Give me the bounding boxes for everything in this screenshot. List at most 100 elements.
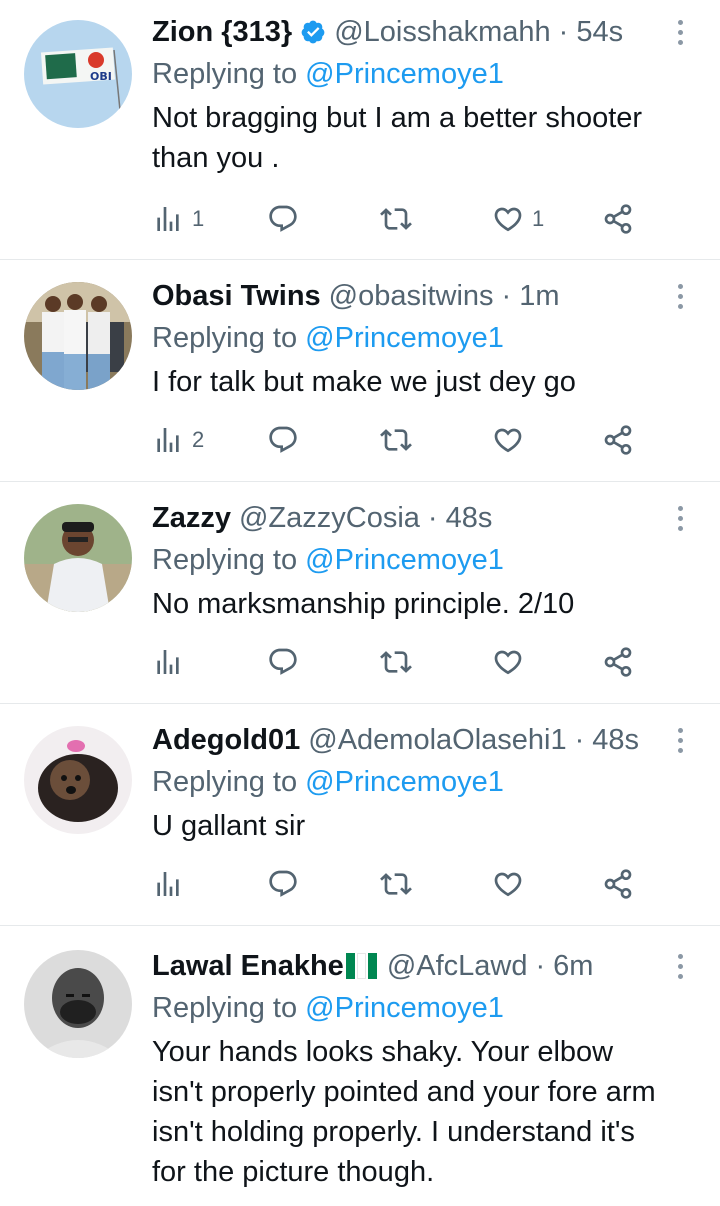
timestamp[interactable]: 1m <box>519 278 559 314</box>
replying-to-link[interactable]: @Princemoye1 <box>305 58 504 90</box>
avatar[interactable] <box>24 282 132 390</box>
retweet-button[interactable] <box>380 642 412 682</box>
user-handle[interactable]: @AfcLawd <box>387 948 528 984</box>
more-options-icon[interactable] <box>668 500 692 536</box>
share-button[interactable] <box>602 420 634 460</box>
tweet-actions <box>152 642 652 682</box>
views-button[interactable]: 2 <box>152 420 204 460</box>
nigeria-flag-icon <box>345 953 379 979</box>
replying-to-link[interactable]: @Princemoye1 <box>305 992 504 1024</box>
reply-button[interactable] <box>267 864 299 904</box>
reply-button[interactable] <box>267 199 299 239</box>
timestamp[interactable]: 6m <box>553 948 593 984</box>
tweet-actions: 2 <box>152 420 652 460</box>
retweet-icon <box>380 429 412 451</box>
separator-dot: · <box>574 724 585 756</box>
views-button[interactable] <box>152 642 184 682</box>
separator-dot: · <box>558 16 569 48</box>
reply-tweet[interactable]: OBI Zion {313} @Loisshakmahh · 54s Reply… <box>0 0 720 260</box>
retweet-icon <box>380 208 412 230</box>
svg-text:OBI: OBI <box>90 70 112 83</box>
replying-to: Replying to @Princemoye1 <box>152 544 504 576</box>
avatar[interactable]: OBI <box>24 20 132 128</box>
retweet-icon <box>380 873 412 895</box>
display-name[interactable]: Zion {313} <box>152 14 292 50</box>
reply-tweet[interactable]: Zazzy @ZazzyCosia · 48s Replying to @Pri… <box>0 482 720 704</box>
avatar[interactable] <box>24 504 132 612</box>
separator-dot: · <box>427 502 438 534</box>
display-name[interactable]: Lawal Enakhe <box>152 948 344 984</box>
tweet-text: No marksmanship principle. 2/10 <box>152 588 575 620</box>
heart-icon <box>494 872 522 897</box>
more-options-icon[interactable] <box>668 14 692 50</box>
analytics-icon <box>157 207 179 231</box>
retweet-button[interactable] <box>380 864 412 904</box>
reply-button[interactable] <box>267 642 299 682</box>
views-count: 2 <box>192 427 205 452</box>
replying-to-link[interactable]: @Princemoye1 <box>305 766 504 798</box>
share-icon <box>604 869 632 899</box>
share-icon <box>604 647 632 677</box>
tweet-actions: 1 1 <box>152 199 652 239</box>
views-count: 1 <box>192 206 205 231</box>
display-name[interactable]: Obasi Twins <box>152 278 321 314</box>
reply-icon <box>269 648 297 675</box>
timestamp[interactable]: 54s <box>576 14 623 50</box>
separator-dot: · <box>535 950 546 982</box>
tweet-text: U gallant sir <box>152 810 306 842</box>
analytics-icon <box>157 650 179 674</box>
analytics-icon <box>157 428 179 452</box>
reply-icon <box>269 870 297 897</box>
tweet-text: Not bragging but I am a better shooter t… <box>152 102 643 174</box>
share-icon <box>604 425 632 455</box>
reply-icon <box>269 426 297 453</box>
more-options-icon[interactable] <box>668 722 692 758</box>
retweet-icon <box>380 651 412 673</box>
like-button[interactable] <box>492 864 524 904</box>
retweet-button[interactable] <box>380 199 412 239</box>
more-options-icon[interactable] <box>668 948 692 984</box>
display-name[interactable]: Adegold01 <box>152 722 300 758</box>
tweet-text: I for talk but make we just dey go <box>152 366 576 398</box>
separator-dot: · <box>501 280 512 312</box>
verified-badge-icon <box>301 20 325 44</box>
display-name[interactable]: Zazzy <box>152 500 231 536</box>
user-handle[interactable]: @Loisshakmahh <box>334 14 550 50</box>
likes-count: 1 <box>532 206 545 231</box>
reply-tweet[interactable]: Obasi Twins @obasitwins · 1m Replying to… <box>0 260 720 482</box>
like-button[interactable] <box>492 642 524 682</box>
views-button[interactable] <box>152 864 184 904</box>
heart-icon <box>494 428 522 453</box>
avatar[interactable] <box>24 950 132 1058</box>
timestamp[interactable]: 48s <box>446 500 493 536</box>
share-button[interactable] <box>602 642 634 682</box>
avatar[interactable] <box>24 726 132 834</box>
reply-icon <box>269 205 297 232</box>
user-handle[interactable]: @ZazzyCosia <box>239 500 420 536</box>
replying-to: Replying to @Princemoye1 <box>152 766 504 798</box>
replying-to-link[interactable]: @Princemoye1 <box>305 322 504 354</box>
like-button[interactable] <box>492 420 532 460</box>
share-icon <box>604 204 632 234</box>
replying-to: Replying to @Princemoye1 <box>152 322 504 354</box>
tweet-text: Your hands looks shaky. Your elbow isn't… <box>152 1036 656 1188</box>
reply-tweet[interactable]: Lawal Enakhe @AfcLawd · 6m Replying to @… <box>0 926 720 1206</box>
user-handle[interactable]: @obasitwins <box>329 278 494 314</box>
tweet-actions <box>152 864 652 904</box>
share-button[interactable] <box>602 864 634 904</box>
more-options-icon[interactable] <box>668 278 692 314</box>
reply-button[interactable] <box>267 420 299 460</box>
replying-to: Replying to @Princemoye1 <box>152 992 504 1024</box>
replying-to-link[interactable]: @Princemoye1 <box>305 544 504 576</box>
like-button[interactable]: 1 <box>492 199 544 239</box>
replying-to: Replying to @Princemoye1 <box>152 58 504 90</box>
reply-feed: OBI Zion {313} @Loisshakmahh · 54s Reply… <box>0 0 720 1206</box>
timestamp[interactable]: 48s <box>592 722 639 758</box>
share-button[interactable] <box>602 199 634 239</box>
heart-icon <box>494 207 522 232</box>
user-handle[interactable]: @AdemolaOlasehi1 <box>308 722 566 758</box>
heart-icon <box>494 650 522 675</box>
reply-tweet[interactable]: Adegold01 @AdemolaOlasehi1 · 48s Replyin… <box>0 704 720 926</box>
views-button[interactable]: 1 <box>152 199 204 239</box>
retweet-button[interactable] <box>380 420 412 460</box>
